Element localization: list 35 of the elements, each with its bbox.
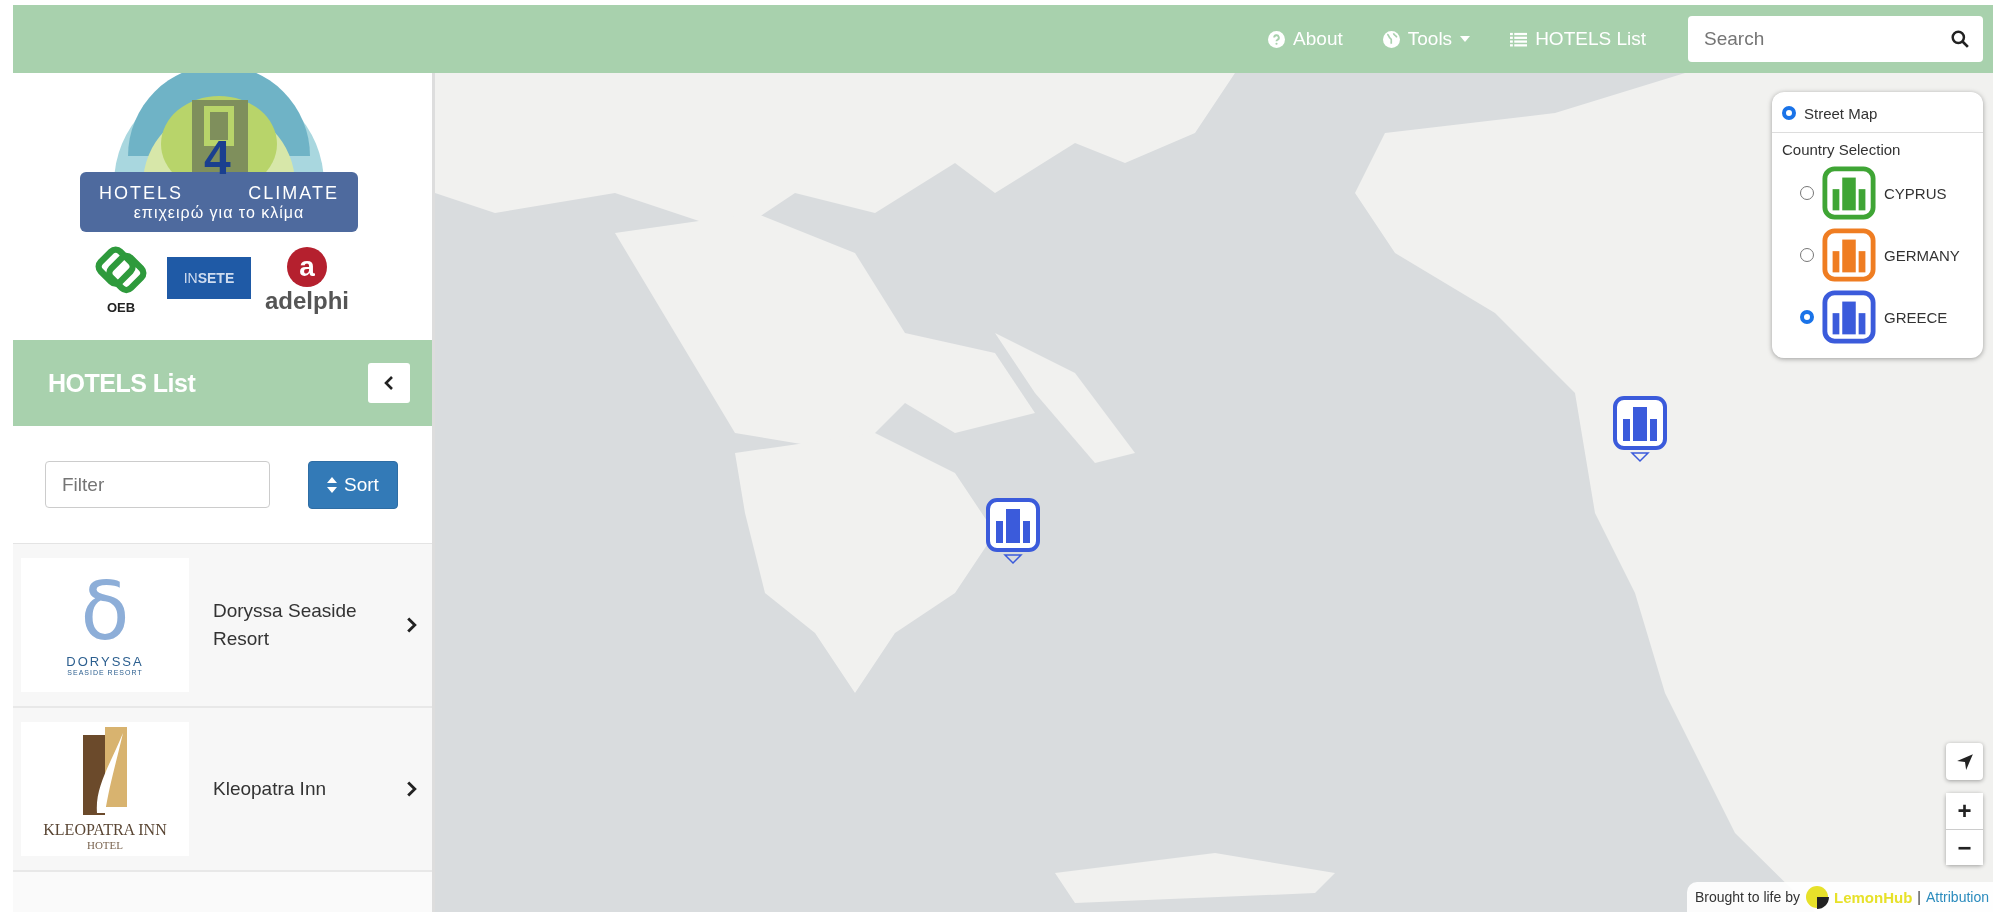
list-icon: [1510, 30, 1528, 48]
list-title: HOTELS List: [48, 368, 196, 398]
hotel-item[interactable]: KLEOPATRA INN HOTEL Kleopatra Inn: [13, 708, 432, 872]
lemon-icon: [1804, 885, 1829, 909]
adelphi-logo: a adelphi: [265, 247, 349, 315]
sort-button[interactable]: Sort: [308, 460, 398, 509]
chevron-right-icon: [406, 617, 417, 633]
collapse-button[interactable]: [368, 363, 410, 403]
base-layer-option[interactable]: Street Map: [1782, 100, 1973, 126]
layer-group-title: Country Selection: [1782, 141, 1902, 158]
country-option[interactable]: GREECE: [1782, 286, 1973, 348]
filter-field[interactable]: Filter: [45, 461, 270, 508]
hotel-marker[interactable]: [1612, 395, 1668, 465]
hotels4climate-logo: 4 HOTELS CLIMATE επιχειρώ για το κλίμα: [80, 73, 358, 232]
lemonhub-logo: LemonHub: [1833, 888, 1913, 906]
sort-icon: [327, 476, 337, 493]
hotel-logo: KLEOPATRA INN HOTEL: [21, 722, 189, 856]
chevron-left-icon: [384, 376, 394, 390]
country-option[interactable]: CYPRUS: [1782, 162, 1973, 224]
chevron-right-icon: [406, 781, 417, 797]
locate-button[interactable]: [1946, 743, 1983, 780]
zoom-in-button[interactable]: +: [1946, 793, 1983, 829]
attribution-text: Brought to life by: [1694, 889, 1800, 905]
help-icon: [1268, 30, 1286, 48]
hotel-marker[interactable]: [985, 497, 1041, 567]
globe-icon: [1382, 30, 1400, 48]
separator-text: |: [1917, 889, 1921, 905]
oeb-logo: OEB: [89, 246, 153, 315]
country-option[interactable]: GERMANY: [1782, 224, 1973, 286]
arrow-icon: [1955, 752, 1974, 771]
search-icon[interactable]: [1951, 30, 1969, 48]
insete-logo: INSETE: [167, 257, 251, 299]
search-field[interactable]: Search: [1688, 16, 1983, 62]
zoom-out-button[interactable]: −: [1946, 829, 1983, 865]
attribution-link[interactable]: Attribution: [1925, 889, 1989, 905]
